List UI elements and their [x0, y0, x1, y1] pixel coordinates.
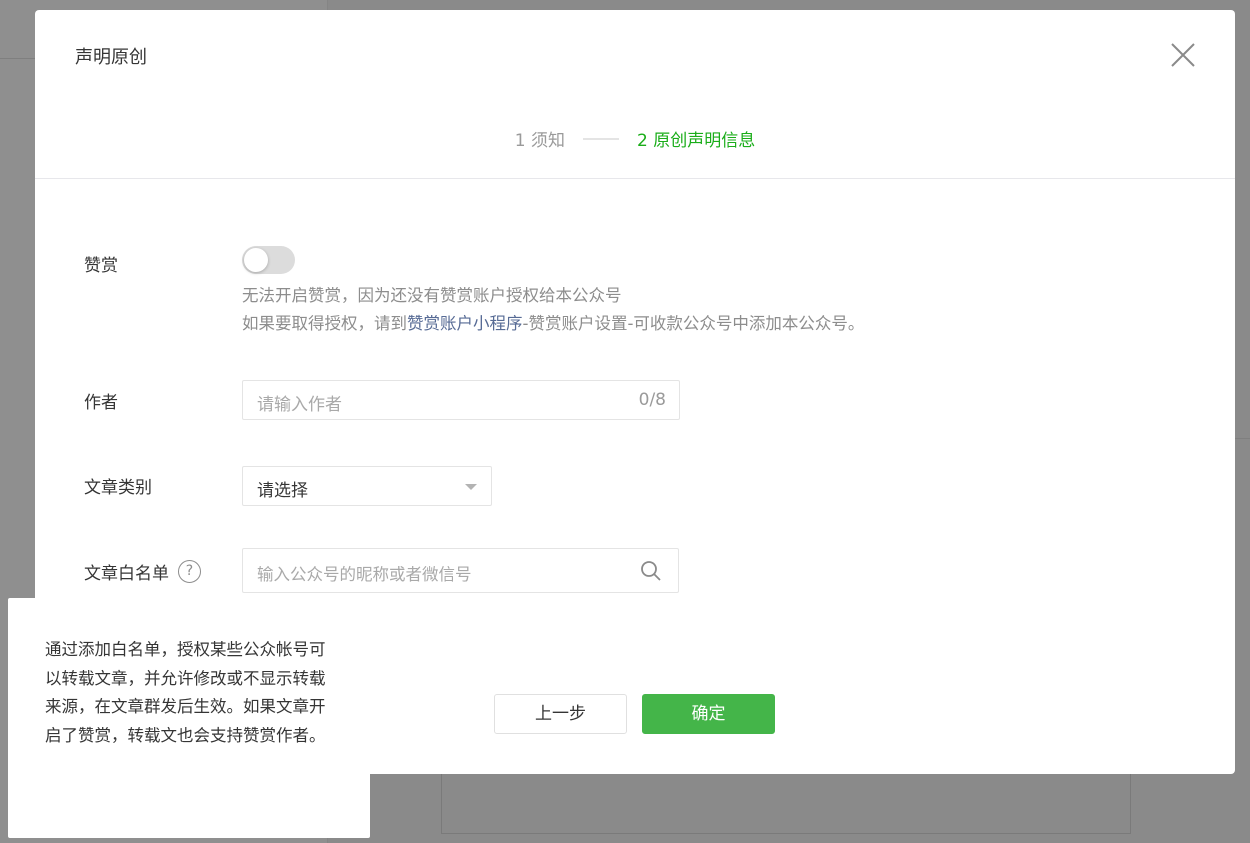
confirm-button[interactable]: 确定 — [642, 694, 775, 734]
step-indicator: 1 须知 2 原创声明信息 — [35, 126, 1235, 151]
reward-desc-line1: 无法开启赞赏，因为还没有赞赏账户授权给本公众号 — [242, 282, 864, 310]
whitelist-label-row: 文章白名单 ? — [84, 559, 201, 584]
reward-label: 赞赏 — [84, 251, 118, 276]
reward-toggle[interactable] — [242, 246, 295, 274]
tooltip-text: 通过添加白名单，授权某些公众帐号可以转载文章，并允许修改或不显示转载来源，在文章… — [45, 636, 337, 750]
reward-miniprogram-link[interactable]: 赞赏账户小程序 — [407, 314, 523, 333]
previous-step-button[interactable]: 上一步 — [494, 694, 627, 734]
background-editor-box — [441, 774, 1131, 834]
category-label: 文章类别 — [84, 473, 152, 498]
chevron-down-icon — [465, 484, 477, 490]
background-divider — [0, 58, 35, 59]
help-icon[interactable]: ? — [178, 560, 201, 583]
toggle-knob — [244, 248, 268, 272]
whitelist-search-input[interactable]: 输入公众号的昵称或者微信号 — [242, 548, 679, 593]
search-icon[interactable] — [640, 560, 662, 582]
category-selected-value: 请选择 — [257, 476, 308, 501]
author-char-counter: 0/8 — [639, 390, 666, 410]
header-divider — [35, 178, 1235, 179]
reward-desc-suffix: -赞赏账户设置-可收款公众号中添加本公众号。 — [523, 314, 865, 333]
background-divider — [1235, 438, 1250, 439]
author-input[interactable]: 请输入作者 0/8 — [242, 380, 680, 420]
reward-desc-line2: 如果要取得授权，请到赞赏账户小程序-赞赏账户设置-可收款公众号中添加本公众号。 — [242, 310, 864, 338]
step-1-label: 1 须知 — [515, 126, 565, 151]
whitelist-placeholder: 输入公众号的昵称或者微信号 — [257, 561, 472, 585]
author-placeholder: 请输入作者 — [257, 390, 342, 415]
step-connector — [583, 138, 619, 140]
close-icon[interactable] — [1168, 40, 1198, 70]
whitelist-label: 文章白名单 — [84, 559, 169, 584]
reward-desc-prefix: 如果要取得授权，请到 — [242, 314, 407, 333]
category-select[interactable]: 请选择 — [242, 466, 492, 506]
whitelist-help-tooltip: 通过添加白名单，授权某些公众帐号可以转载文章，并允许修改或不显示转载来源，在文章… — [8, 598, 370, 838]
author-label: 作者 — [84, 388, 118, 413]
reward-description: 无法开启赞赏，因为还没有赞赏账户授权给本公众号 如果要取得授权，请到赞赏账户小程… — [242, 282, 864, 338]
dialog-title: 声明原创 — [75, 43, 147, 69]
step-2-label: 2 原创声明信息 — [637, 126, 755, 151]
